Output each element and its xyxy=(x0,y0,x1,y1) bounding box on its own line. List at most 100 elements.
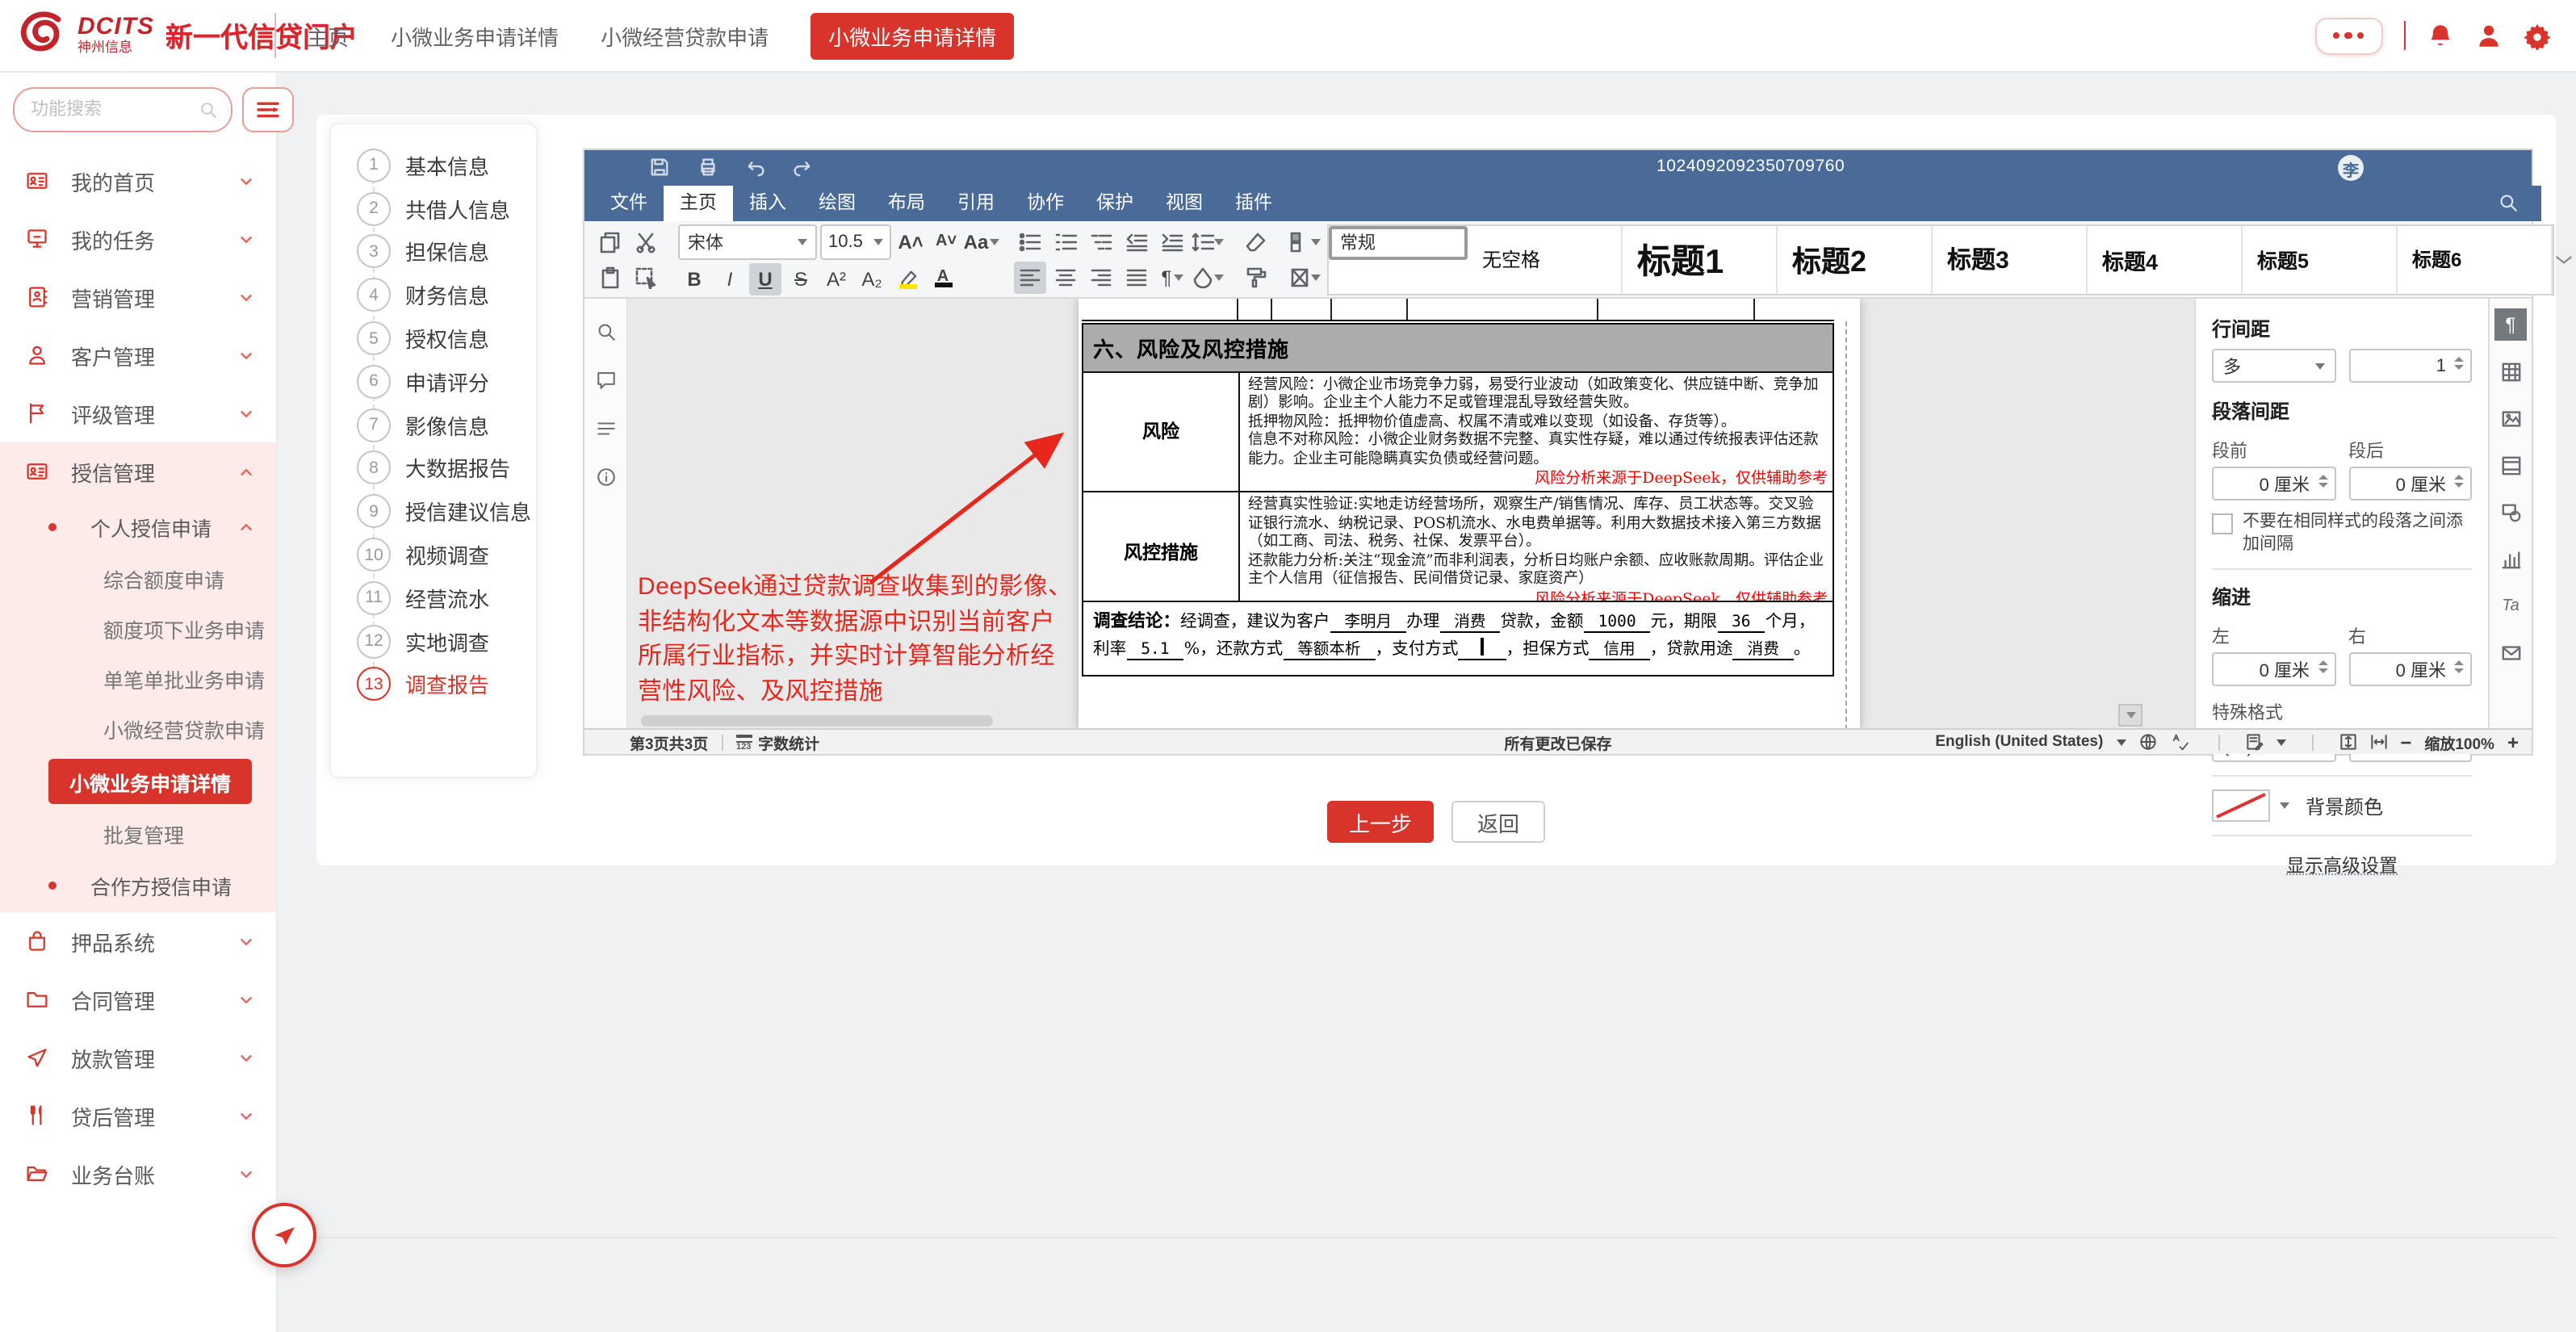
sidebar-item-6[interactable]: 个人授信申请 xyxy=(0,501,276,554)
top-nav-tab-2[interactable]: 小微经营贷款申请 xyxy=(601,20,769,51)
sidebar-item-18[interactable]: 业务台账 xyxy=(0,1145,276,1203)
fit-width-icon[interactable] xyxy=(2369,733,2387,751)
font-size-select[interactable]: 10.5 xyxy=(820,224,891,259)
floating-assistant-button[interactable] xyxy=(252,1203,316,1267)
editor-menu-7[interactable]: 保护 xyxy=(1080,186,1150,221)
globe-icon[interactable] xyxy=(2138,733,2156,751)
step-item-3[interactable]: 3担保信息 xyxy=(331,230,536,274)
multilevel-list-button[interactable] xyxy=(1085,225,1117,258)
step-item-11[interactable]: 11经营流水 xyxy=(331,576,536,620)
style-gallery-more-button[interactable] xyxy=(2554,249,2574,269)
align-left-button[interactable] xyxy=(1014,261,1046,293)
line-spacing-value[interactable]: 1 xyxy=(2348,349,2472,383)
paragraph-mark-button[interactable]: ¶ xyxy=(1156,261,1188,293)
editor-menu-2[interactable]: 插入 xyxy=(733,186,802,221)
style-cell-3[interactable]: 标题2 xyxy=(1778,225,1933,293)
sidebar-item-12[interactable]: 批复管理 xyxy=(0,809,276,859)
editor-menu-8[interactable]: 视图 xyxy=(1150,186,1219,221)
editor-menu-9[interactable]: 插件 xyxy=(1219,186,1288,221)
subscript-button[interactable]: A₂ xyxy=(856,262,888,295)
editor-menu-0[interactable]: 文件 xyxy=(594,186,664,221)
format-painter-button[interactable] xyxy=(1240,261,1272,293)
strikethrough-button[interactable]: S xyxy=(785,262,817,295)
cut-button[interactable] xyxy=(630,225,662,258)
sidebar-item-9[interactable]: 单笔单批业务申请 xyxy=(0,654,276,704)
change-case-button[interactable]: Aa xyxy=(965,225,998,258)
style-cell-6[interactable]: 标题5 xyxy=(2243,225,2398,293)
no-space-checkbox[interactable] xyxy=(2212,513,2233,534)
step-item-2[interactable]: 2共借人信息 xyxy=(331,187,536,231)
sidebar-item-10[interactable]: 小微经营贷款申请 xyxy=(0,704,276,754)
mail-merge-panel-icon[interactable] xyxy=(2494,636,2527,668)
bullet-list-button[interactable] xyxy=(1014,225,1046,258)
sidebar-item-17[interactable]: 贷后管理 xyxy=(0,1087,276,1145)
style-cell-1[interactable]: 无空格 xyxy=(1468,225,1623,293)
step-item-7[interactable]: 7影像信息 xyxy=(331,404,536,447)
sidebar-item-16[interactable]: 放款管理 xyxy=(0,1028,276,1087)
style-cell-2[interactable]: 标题1 xyxy=(1623,225,1778,293)
italic-button[interactable]: I xyxy=(714,262,746,295)
function-search-box[interactable] xyxy=(13,87,232,132)
editor-menu-3[interactable]: 绘图 xyxy=(802,186,872,221)
sidebar-item-1[interactable]: 我的任务 xyxy=(0,210,276,268)
previous-step-button[interactable]: 上一步 xyxy=(1327,801,1434,843)
zoom-in-button[interactable]: + xyxy=(2507,731,2519,753)
editor-menu-6[interactable]: 协作 xyxy=(1011,186,1080,221)
track-changes-icon[interactable] xyxy=(2245,733,2263,751)
redo-icon[interactable] xyxy=(791,157,812,178)
page-indicator[interactable]: 第3页共3页 xyxy=(630,731,708,753)
sidebar-item-7[interactable]: 综合额度申请 xyxy=(0,554,276,604)
sidebar-item-2[interactable]: 营销管理 xyxy=(0,268,276,326)
sidebar-item-14[interactable]: 押品系统 xyxy=(0,912,276,970)
sidebar-item-11[interactable]: 小微业务申请详情 xyxy=(0,754,276,809)
conclusion-blank[interactable]: 36 xyxy=(1717,613,1766,632)
menu-collapse-button[interactable] xyxy=(242,87,294,132)
shading-button[interactable] xyxy=(1192,261,1224,293)
image-panel-icon[interactable] xyxy=(2494,402,2527,434)
superscript-button[interactable]: A² xyxy=(820,262,852,295)
line-spacing-button[interactable] xyxy=(1192,225,1224,258)
border-style-button[interactable] xyxy=(1288,225,1321,258)
fit-page-icon[interactable] xyxy=(2339,733,2356,751)
grow-font-button[interactable]: A˄ xyxy=(894,225,927,258)
back-button[interactable]: 返回 xyxy=(1451,801,1545,843)
sidebar-item-5[interactable]: 授信管理 xyxy=(0,442,276,501)
align-center-button[interactable] xyxy=(1049,261,1082,293)
select-button[interactable] xyxy=(630,261,662,293)
bold-button[interactable]: B xyxy=(678,262,710,295)
line-spacing-select[interactable]: 多 xyxy=(2212,349,2335,383)
horizontal-scrollbar[interactable] xyxy=(641,715,993,727)
spellcheck-icon[interactable] xyxy=(2169,733,2192,751)
document-page[interactable]: 六、风险及风控措施 风险 经营风险：小微企业市场竞争力弱，易受行业波动（如政策变… xyxy=(1079,299,1860,730)
editor-user-avatar[interactable]: 李 xyxy=(2338,155,2364,181)
step-item-13[interactable]: 13调查报告 xyxy=(331,663,536,706)
search-input[interactable] xyxy=(27,98,199,121)
shape-panel-icon[interactable] xyxy=(2494,496,2527,528)
outline-icon[interactable] xyxy=(595,418,616,439)
zoom-level[interactable]: 缩放100% xyxy=(2424,731,2494,753)
font-color-button[interactable]: A xyxy=(927,262,959,295)
style-cell-7[interactable]: 标题6 xyxy=(2398,225,2553,293)
style-cell-4[interactable]: 标题3 xyxy=(1933,225,2088,293)
indent-right-input[interactable]: 0 厘米 xyxy=(2348,652,2472,686)
language-selector[interactable]: English (United States) xyxy=(1935,733,2103,751)
gear-icon[interactable] xyxy=(2524,22,2551,49)
step-item-10[interactable]: 10视频调查 xyxy=(331,533,536,576)
more-actions-button[interactable] xyxy=(2314,17,2382,54)
word-count-label[interactable]: 字数统计 xyxy=(758,731,819,753)
bell-icon[interactable] xyxy=(2427,22,2454,49)
stamp-button[interactable] xyxy=(1288,261,1321,293)
step-item-8[interactable]: 8大数据报告 xyxy=(331,446,536,490)
style-cell-5[interactable]: 标题4 xyxy=(2088,225,2243,293)
indent-left-input[interactable]: 0 厘米 xyxy=(2212,652,2335,686)
space-before-input[interactable]: 0 厘米 xyxy=(2212,467,2335,501)
scroll-down-button[interactable] xyxy=(2118,704,2142,727)
advanced-settings-link[interactable]: 显示高级设置 xyxy=(2212,852,2472,882)
shrink-font-button[interactable]: A˅ xyxy=(930,225,962,258)
paste-button[interactable] xyxy=(594,261,626,293)
undo-icon[interactable] xyxy=(746,157,767,178)
step-item-6[interactable]: 6申请评分 xyxy=(331,360,536,404)
conclusion-blank[interactable]: 消费 xyxy=(1439,613,1500,632)
sidebar-item-13[interactable]: 合作方授信申请 xyxy=(0,859,276,912)
conclusion-blank[interactable]: 1000 xyxy=(1583,613,1650,632)
